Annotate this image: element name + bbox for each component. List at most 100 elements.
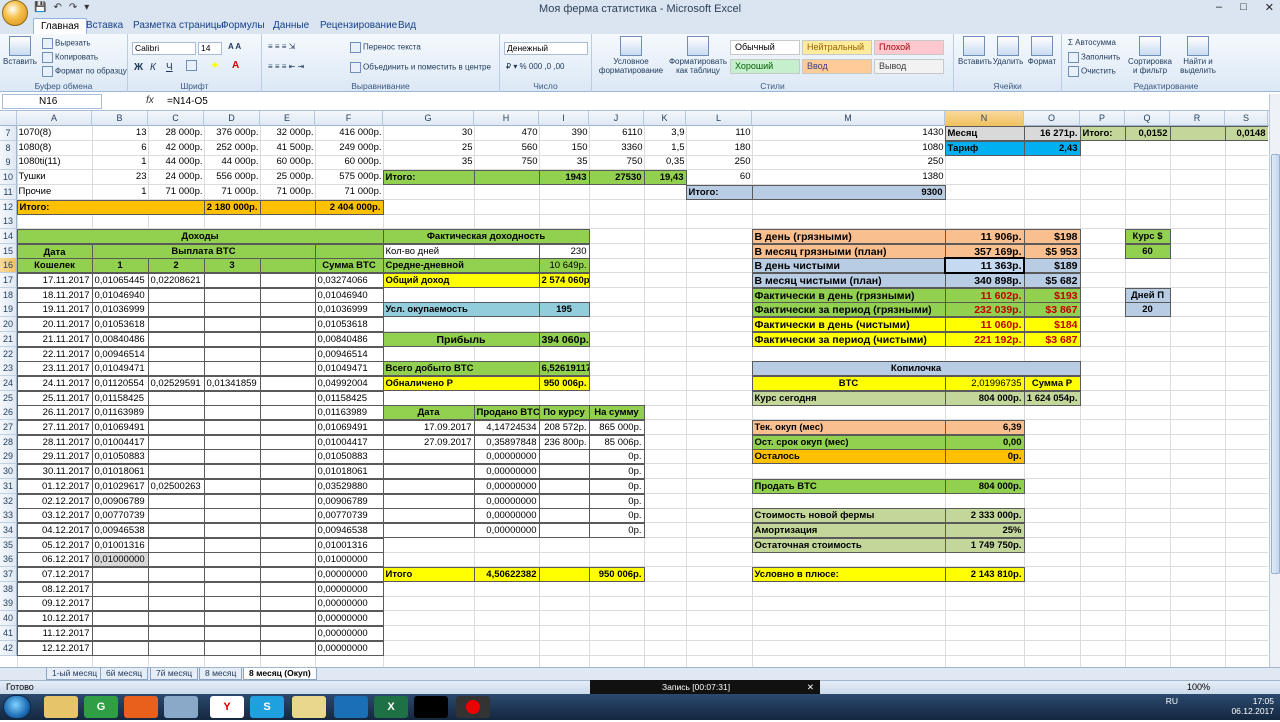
income-F26[interactable]: 0,01163989 [314, 404, 384, 420]
cell-E10[interactable]: 25 000р. [260, 170, 316, 185]
perday-usd-18[interactable]: $193 [1023, 287, 1081, 303]
row-header-26[interactable]: 26 [0, 405, 17, 420]
start-button[interactable] [3, 695, 31, 719]
income-D38[interactable] [203, 581, 261, 597]
income-D20[interactable] [203, 316, 261, 332]
row-header-37[interactable]: 37 [0, 567, 17, 582]
income-F39[interactable]: 0,00000000 [314, 595, 384, 611]
column-header-R[interactable]: R [1170, 111, 1225, 126]
align-top-icon[interactable]: ≡ ≡ ≡ ⇲ [268, 42, 295, 51]
income-B17[interactable]: 0,01065445 [91, 272, 149, 288]
column-header-O[interactable]: O [1024, 111, 1080, 126]
income-D21[interactable] [203, 331, 261, 347]
income-C26[interactable] [147, 404, 205, 420]
cell-A7[interactable]: 1070(8) [17, 126, 93, 141]
row-header-29[interactable]: 29 [0, 449, 17, 464]
style-neutral[interactable]: Нейтральный [802, 40, 872, 55]
cell-E39[interactable] [259, 595, 316, 611]
income-A24[interactable]: 24.11.2017 [16, 375, 93, 391]
income-B21[interactable]: 0,00840486 [91, 331, 149, 347]
income-B33[interactable]: 0,00770739 [91, 507, 149, 523]
income-F38[interactable]: 0,00000000 [314, 581, 384, 597]
row-header-10[interactable]: 10 [0, 170, 17, 185]
sales-G27[interactable]: 17.09.2017 [382, 419, 475, 435]
income-B31[interactable]: 0,01029617 [91, 478, 149, 494]
row-header-39[interactable]: 39 [0, 596, 17, 611]
income-D36[interactable] [203, 551, 261, 567]
perday-rub-17[interactable]: 340 898р. [944, 272, 1025, 288]
income-C41[interactable] [147, 625, 205, 641]
column-header-M[interactable]: M [752, 111, 945, 126]
cell-B10[interactable]: 23 [92, 170, 149, 185]
payback-label-27[interactable]: Тек. окуп (мес) [751, 419, 946, 435]
font-name-select[interactable]: Calibri [132, 42, 196, 55]
cell-I9[interactable]: 35 [539, 155, 590, 170]
income-A22[interactable]: 22.11.2017 [16, 346, 93, 362]
income-D31[interactable] [203, 478, 261, 494]
font-size-select[interactable]: 14 [198, 42, 222, 55]
row-header-20[interactable]: 20 [0, 317, 17, 332]
fill-color-icon[interactable]: ◆ [212, 60, 218, 69]
row-header-41[interactable]: 41 [0, 626, 17, 641]
income-B27[interactable]: 0,01069491 [91, 419, 149, 435]
sheet-tab-1[interactable]: 1-ый месяц [46, 668, 104, 680]
name-box[interactable]: N16 [2, 94, 102, 109]
column-header-F[interactable]: F [315, 111, 383, 126]
copy-button[interactable]: Копировать [42, 52, 98, 63]
tab-home[interactable]: Главная [33, 18, 88, 35]
cell-E30[interactable] [259, 463, 316, 479]
cell-E8[interactable]: 41 500р. [260, 141, 316, 156]
income-D34[interactable] [203, 522, 261, 538]
income-A40[interactable]: 10.12.2017 [16, 610, 93, 626]
number-format-select[interactable]: Денежный [504, 42, 588, 55]
income-C21[interactable] [147, 331, 205, 347]
income-F18[interactable]: 0,01046940 [314, 287, 384, 303]
sales-total-btc[interactable]: 4,50622382 [473, 566, 540, 582]
income-A34[interactable]: 04.12.2017 [16, 522, 93, 538]
income-B42[interactable] [91, 640, 149, 656]
income-D35[interactable] [203, 537, 261, 553]
cell-M8[interactable]: 1080 [752, 141, 946, 156]
sales-I32[interactable] [538, 493, 590, 509]
cell-A8[interactable]: 1080(8) [17, 141, 93, 156]
profit-label[interactable]: Прибыль [382, 331, 540, 347]
worksheet-grid[interactable]: 7 8 9 10 11 12 13 14 15 16 17 18 19 20 21 22 23 24 25 26 27 2… [0, 126, 1268, 667]
income-F17[interactable]: 0,03274066 [314, 272, 384, 288]
sales-sold-header[interactable]: Продано BTC [473, 404, 540, 420]
total-label[interactable]: Итого: [16, 199, 205, 215]
row-header-19[interactable]: 19 [0, 302, 17, 317]
cell-G9[interactable]: 35 [383, 155, 475, 170]
income-F31[interactable]: 0,03529880 [314, 478, 384, 494]
farm-value-33[interactable]: 2 333 000р. [944, 507, 1025, 523]
income-C30[interactable] [147, 463, 205, 479]
column-header-K[interactable]: K [644, 111, 686, 126]
perday-usd-17[interactable]: $5 682 [1023, 272, 1081, 288]
income-F32[interactable]: 0,00906789 [314, 493, 384, 509]
perday-rub-16[interactable]: 11 363р. [944, 257, 1025, 273]
days-p-label[interactable]: Дней П [1124, 287, 1171, 303]
cell-E28[interactable] [259, 434, 316, 450]
income-C32[interactable] [147, 493, 205, 509]
perday-usd-16[interactable]: $189 [1023, 257, 1081, 273]
scroll-thumb[interactable] [1271, 154, 1280, 574]
cell-E36[interactable] [259, 551, 316, 567]
cell-B8[interactable]: 6 [92, 141, 149, 156]
cell-J9[interactable]: 750 [589, 155, 645, 170]
income-F36[interactable]: 0,01000000 [314, 551, 384, 567]
farm-value-34[interactable]: 25% [944, 522, 1025, 538]
income-D37[interactable] [203, 566, 261, 582]
cell-B7[interactable]: 13 [92, 126, 149, 141]
column-header-I[interactable]: I [539, 111, 589, 126]
row-header-24[interactable]: 24 [0, 376, 17, 391]
income-A42[interactable]: 12.12.2017 [16, 640, 93, 656]
style-output[interactable]: Вывод [874, 59, 944, 74]
cell-M11[interactable]: 9300 [751, 184, 946, 200]
paste-button[interactable]: Вставить [3, 36, 37, 66]
cell-E23[interactable] [259, 360, 316, 376]
row-header-31[interactable]: 31 [0, 479, 17, 494]
income-B23[interactable]: 0,01049471 [91, 360, 149, 376]
income-F29[interactable]: 0,01050883 [314, 448, 384, 464]
cell-F11[interactable]: 71 000р. [315, 185, 384, 200]
sales-I28[interactable]: 236 800р. [538, 434, 590, 450]
days-label[interactable]: Кол-во дней [382, 243, 540, 259]
